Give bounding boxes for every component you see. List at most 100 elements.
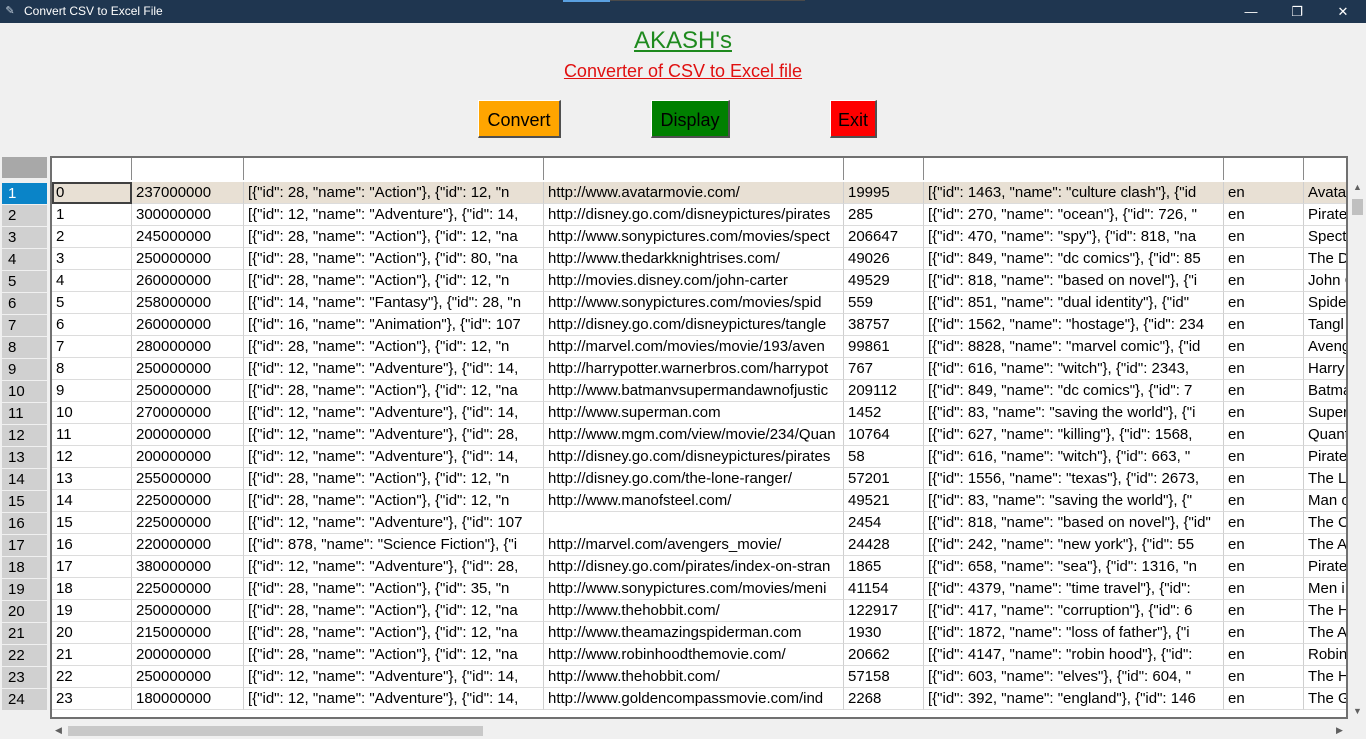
table-row[interactable]: 5 258000000 [{"id": 14, "name": "Fantasy"}… — [52, 292, 1346, 314]
cell-unnamed[interactable]: 13 — [52, 468, 132, 490]
cell-budget[interactable]: 260000000 — [132, 270, 244, 292]
cell-homepage[interactable] — [544, 512, 844, 534]
cell-budget[interactable]: 225000000 — [132, 512, 244, 534]
table-row[interactable]: 17 380000000 [{"id": 12, "name": "Adventur… — [52, 556, 1346, 578]
cell-original-language[interactable]: en — [1224, 226, 1304, 248]
cell-unnamed[interactable]: 8 — [52, 358, 132, 380]
row-index[interactable]: 10 — [2, 381, 47, 403]
cell-id[interactable]: 57201 — [844, 468, 924, 490]
cell-genres[interactable]: [{"id": 28, "name": "Action"}, {"id": 12… — [244, 622, 544, 644]
cell-keywords[interactable]: [{"id": 83, "name": "saving the world"},… — [924, 402, 1224, 424]
cell-unnamed[interactable]: 19 — [52, 600, 132, 622]
column-header-keywords[interactable]: keywords — [924, 158, 1224, 180]
cell-original-language[interactable]: en — [1224, 182, 1304, 204]
cell-genres[interactable]: [{"id": 28, "name": "Action"}, {"id": 12… — [244, 468, 544, 490]
cell-budget[interactable]: 250000000 — [132, 358, 244, 380]
cell-original-title[interactable]: Men i — [1304, 578, 1346, 600]
cell-budget[interactable]: 250000000 — [132, 666, 244, 688]
cell-original-title[interactable]: Quant — [1304, 424, 1346, 446]
cell-unnamed[interactable]: 17 — [52, 556, 132, 578]
row-index[interactable]: 14 — [2, 469, 47, 491]
cell-unnamed[interactable]: 20 — [52, 622, 132, 644]
cell-id[interactable]: 38757 — [844, 314, 924, 336]
table-row[interactable]: 22 250000000 [{"id": 12, "name": "Adventur… — [52, 666, 1346, 688]
cell-keywords[interactable]: [{"id": 849, "name": "dc comics"}, {"id"… — [924, 380, 1224, 402]
cell-original-title[interactable]: The D — [1304, 248, 1346, 270]
cell-unnamed[interactable]: 7 — [52, 336, 132, 358]
cell-genres[interactable]: [{"id": 12, "name": "Adventure"}, {"id":… — [244, 402, 544, 424]
cell-keywords[interactable]: [{"id": 8828, "name": "marvel comic"}, {… — [924, 336, 1224, 358]
cell-id[interactable]: 58 — [844, 446, 924, 468]
table-row[interactable]: 9 250000000 [{"id": 28, "name": "Action"},… — [52, 380, 1346, 402]
cell-budget[interactable]: 250000000 — [132, 248, 244, 270]
cell-id[interactable]: 285 — [844, 204, 924, 226]
cell-id[interactable]: 24428 — [844, 534, 924, 556]
cell-homepage[interactable]: http://www.manofsteel.com/ — [544, 490, 844, 512]
cell-genres[interactable]: [{"id": 28, "name": "Action"}, {"id": 12… — [244, 336, 544, 358]
cell-genres[interactable]: [{"id": 12, "name": "Adventure"}, {"id":… — [244, 556, 544, 578]
cell-original-language[interactable]: en — [1224, 534, 1304, 556]
cell-keywords[interactable]: [{"id": 818, "name": "based on novel"}, … — [924, 512, 1224, 534]
cell-homepage[interactable]: http://marvel.com/avengers_movie/ — [544, 534, 844, 556]
cell-original-title[interactable]: Pirate — [1304, 556, 1346, 578]
table-row[interactable]: 14 225000000 [{"id": 28, "name": "Action"}… — [52, 490, 1346, 512]
row-index[interactable]: 11 — [2, 403, 47, 425]
cell-budget[interactable]: 380000000 — [132, 556, 244, 578]
cell-keywords[interactable]: [{"id": 603, "name": "elves"}, {"id": 60… — [924, 666, 1224, 688]
cell-budget[interactable]: 237000000 — [132, 182, 244, 204]
cell-original-title[interactable]: Super — [1304, 402, 1346, 424]
table-row[interactable]: 23 180000000 [{"id": 12, "name": "Adventur… — [52, 688, 1346, 710]
table-row[interactable]: 8 250000000 [{"id": 12, "name": "Adventure… — [52, 358, 1346, 380]
cell-id[interactable]: 49026 — [844, 248, 924, 270]
cell-homepage[interactable]: http://www.superman.com — [544, 402, 844, 424]
cell-unnamed[interactable]: 9 — [52, 380, 132, 402]
cell-budget[interactable]: 220000000 — [132, 534, 244, 556]
cell-unnamed[interactable]: 15 — [52, 512, 132, 534]
cell-id[interactable]: 1930 — [844, 622, 924, 644]
cell-original-language[interactable]: en — [1224, 314, 1304, 336]
cell-genres[interactable]: [{"id": 12, "name": "Adventure"}, {"id":… — [244, 204, 544, 226]
cell-budget[interactable]: 260000000 — [132, 314, 244, 336]
row-index[interactable]: 23 — [2, 667, 47, 689]
cell-original-title[interactable]: The A — [1304, 622, 1346, 644]
cell-keywords[interactable]: [{"id": 658, "name": "sea"}, {"id": 1316… — [924, 556, 1224, 578]
convert-button[interactable]: Convert — [478, 100, 561, 138]
row-index[interactable]: 15 — [2, 491, 47, 513]
cell-homepage[interactable]: http://www.goldencompassmovie.com/ind — [544, 688, 844, 710]
cell-keywords[interactable]: [{"id": 1562, "name": "hostage"}, {"id":… — [924, 314, 1224, 336]
cell-original-language[interactable]: en — [1224, 688, 1304, 710]
cell-homepage[interactable]: http://www.sonypictures.com/movies/meni — [544, 578, 844, 600]
row-index[interactable]: 2 — [2, 205, 47, 227]
cell-original-title[interactable]: The A — [1304, 534, 1346, 556]
cell-homepage[interactable]: http://www.batmanvsupermandawnofjustic — [544, 380, 844, 402]
cell-budget[interactable]: 300000000 — [132, 204, 244, 226]
row-index[interactable]: 18 — [2, 557, 47, 579]
cell-keywords[interactable]: [{"id": 270, "name": "ocean"}, {"id": 72… — [924, 204, 1224, 226]
cell-budget[interactable]: 270000000 — [132, 402, 244, 424]
scroll-right-icon[interactable]: ▶ — [1331, 722, 1348, 739]
cell-budget[interactable]: 255000000 — [132, 468, 244, 490]
table-row[interactable]: 12 200000000 [{"id": 12, "name": "Adventur… — [52, 446, 1346, 468]
cell-keywords[interactable]: [{"id": 627, "name": "killing"}, {"id": … — [924, 424, 1224, 446]
column-header-original-language[interactable]: original_l — [1224, 158, 1304, 180]
cell-original-language[interactable]: en — [1224, 666, 1304, 688]
table-row[interactable]: 2 245000000 [{"id": 28, "name": "Action"},… — [52, 226, 1346, 248]
cell-id[interactable]: 2268 — [844, 688, 924, 710]
cell-original-title[interactable]: Robin — [1304, 644, 1346, 666]
cell-id[interactable]: 559 — [844, 292, 924, 314]
cell-unnamed[interactable]: 1 — [52, 204, 132, 226]
row-index[interactable]: 16 — [2, 513, 47, 535]
cell-keywords[interactable]: [{"id": 851, "name": "dual identity"}, {… — [924, 292, 1224, 314]
cell-homepage[interactable]: http://disney.go.com/disneypictures/tang… — [544, 314, 844, 336]
cell-id[interactable]: 1865 — [844, 556, 924, 578]
cell-id[interactable]: 49529 — [844, 270, 924, 292]
cell-genres[interactable]: [{"id": 28, "name": "Action"}, {"id": 35… — [244, 578, 544, 600]
cell-genres[interactable]: [{"id": 12, "name": "Adventure"}, {"id":… — [244, 358, 544, 380]
cell-original-language[interactable]: en — [1224, 468, 1304, 490]
cell-homepage[interactable]: http://www.theamazingspiderman.com — [544, 622, 844, 644]
column-header-id[interactable]: id — [844, 158, 924, 180]
cell-original-language[interactable]: en — [1224, 446, 1304, 468]
cell-budget[interactable]: 200000000 — [132, 446, 244, 468]
cell-unnamed[interactable]: 4 — [52, 270, 132, 292]
table-row[interactable]: 20 215000000 [{"id": 28, "name": "Action"}… — [52, 622, 1346, 644]
